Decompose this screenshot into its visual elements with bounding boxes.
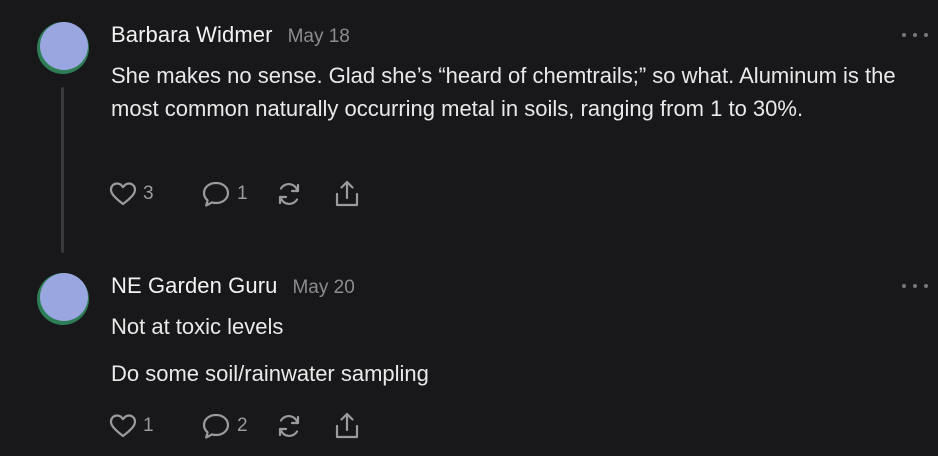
comment-date[interactable]: May 20: [292, 277, 354, 299]
more-horizontal-icon[interactable]: [902, 30, 928, 40]
comment-actions: 3 1: [109, 178, 363, 210]
share-button[interactable]: [333, 179, 363, 209]
author-name[interactable]: NE Garden Guru: [111, 273, 277, 299]
like-button[interactable]: 1: [109, 413, 201, 439]
comment-text: Do some soil/rainwater sampling: [111, 361, 429, 386]
comment-text: Not at toxic levels: [111, 314, 284, 339]
avatar[interactable]: [35, 19, 91, 75]
author-name[interactable]: Barbara Widmer: [111, 22, 273, 48]
reply-count: 2: [237, 415, 248, 436]
comment-body: Not at toxic levels Do some soil/rainwat…: [111, 310, 911, 390]
restack-button[interactable]: [275, 180, 333, 208]
comment-actions: 1 2: [109, 410, 363, 442]
heart-icon: [109, 181, 137, 207]
share-button[interactable]: [333, 411, 363, 441]
comment-icon: [201, 412, 231, 440]
heart-icon: [109, 413, 137, 439]
restack-icon: [275, 180, 303, 208]
comment-header: NE Garden Guru May 20: [111, 273, 355, 301]
comment-body: She makes no sense. Glad she’s “heard of…: [111, 59, 911, 125]
share-icon: [333, 179, 361, 209]
more-horizontal-icon[interactable]: [902, 281, 928, 291]
restack-icon: [275, 412, 303, 440]
reply-count: 1: [237, 183, 248, 204]
like-button[interactable]: 3: [109, 181, 201, 207]
like-count: 1: [143, 415, 154, 436]
thread-line: [61, 87, 64, 253]
reply-button[interactable]: 2: [201, 412, 275, 440]
reply-button[interactable]: 1: [201, 180, 275, 208]
comment-header: Barbara Widmer May 18: [111, 22, 350, 50]
comment-icon: [201, 180, 231, 208]
avatar[interactable]: [35, 270, 91, 326]
comment-text: She makes no sense. Glad she’s “heard of…: [111, 63, 896, 121]
comment-date[interactable]: May 18: [288, 26, 350, 48]
like-count: 3: [143, 183, 154, 204]
share-icon: [333, 411, 361, 441]
restack-button[interactable]: [275, 412, 333, 440]
